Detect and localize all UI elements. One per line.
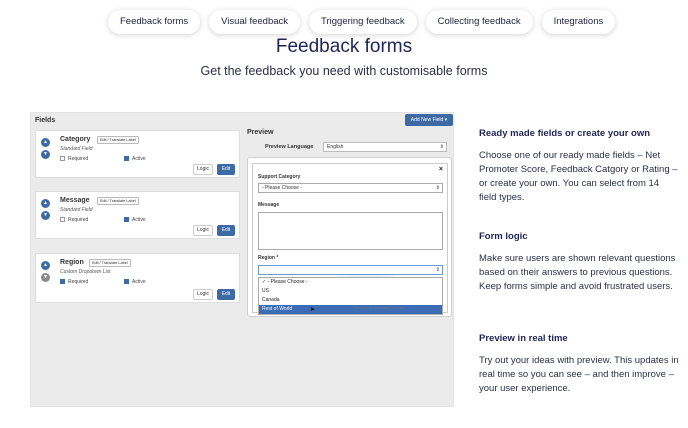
required-checkbox: Required [60,279,88,285]
field-type: Standard Field [60,146,93,152]
select-arrows-icon: ⇕ [435,185,440,191]
field-type: Standard Field [60,207,93,213]
feature-heading: Preview in real time [479,333,568,344]
close-icon: × [438,166,443,173]
tab-feedback-forms[interactable]: Feedback forms [108,10,201,34]
region-option: US [262,288,269,294]
region-option: Canada [262,297,280,303]
product-screenshot: Fields Add New Field ▾ ▲ ▼ Category Edit… [30,112,454,407]
message-label: Message [258,202,280,208]
field-name: Region [60,259,84,266]
move-down-icon: ▼ [41,273,50,282]
field-name: Message [60,197,90,204]
page-subtitle: Get the feedback you need with customisa… [200,64,488,78]
tab-visual-feedback[interactable]: Visual feedback [209,10,301,34]
powered-by-text: Powered by Usersnap Feedback [354,306,405,310]
fields-heading: Fields [35,117,56,124]
move-up-icon: ▲ [41,261,50,270]
edit-button: Edit [217,164,235,175]
edit-translate-label: Edit / Translate Label [97,197,139,205]
feature-heading: Form logic [479,231,528,242]
feature-heading: Ready made fields or create your own [479,128,651,139]
logic-button: Logic [193,164,213,175]
edit-button: Edit [217,289,235,300]
field-type: Custom Dropdown List [60,269,111,275]
tab-integrations[interactable]: Integrations [541,10,616,34]
feature-form-logic: Form logic Make sure users are shown rel… [479,231,679,294]
page-title: Feedback forms [275,36,413,57]
region-option: ✓ - Please Choose - [262,279,308,285]
field-card-message: ▲ ▼ Message Edit / Translate Label Stand… [35,191,240,239]
feature-preview-real-time: Preview in real time Try out your ideas … [479,333,679,396]
field-card-category: ▲ ▼ Category Edit / Translate Label Stan… [35,130,240,178]
select-arrows-icon: ⇕ [435,267,440,273]
preview-language-label: Preview Language [265,144,314,150]
active-checkbox: Active [124,156,146,162]
active-checkbox: Active [124,217,146,223]
logic-button: Logic [193,225,213,236]
move-down-icon: ▼ [41,150,50,159]
tab-triggering-feedback[interactable]: Triggering feedback [309,10,417,34]
move-down-icon: ▼ [41,211,50,220]
move-up-icon: ▲ [41,138,50,147]
edit-translate-label: Edit / Translate Label [89,259,131,267]
feature-tabs: Feedback forms Visual feedback Triggerin… [108,10,616,34]
preview-language-select: English ⇕ [323,142,447,152]
edit-translate-label: Edit / Translate Label [97,136,139,144]
region-select: ⇕ [258,265,443,275]
add-new-field-button: Add New Field ▾ [405,114,453,126]
support-category-label: Support Category [258,174,301,180]
support-category-select: - Please Choose - ⇕ [258,183,443,193]
active-checkbox: Active [124,279,146,285]
feature-body: Choose one of our ready made fields – Ne… [479,150,678,203]
message-textarea [258,212,443,250]
required-checkbox: Required [60,217,88,223]
region-option-selected: Rest of World [259,305,442,314]
required-checkbox: Required [60,156,88,162]
region-dropdown: ✓ - Please Choose - US Canada Rest of Wo… [258,277,443,315]
select-arrows-icon: ⇕ [439,144,444,150]
feature-body: Try out your ideas with preview. This up… [479,355,679,394]
region-label: Region * [258,255,279,261]
tab-collecting-feedback[interactable]: Collecting feedback [425,10,533,34]
preview-form: × Support Category - Please Choose - ⇕ Me… [252,163,448,315]
feature-body: Make sure users are shown relevant quest… [479,253,676,292]
move-up-icon: ▲ [41,199,50,208]
field-name: Category [60,136,91,143]
logic-button: Logic [193,289,213,300]
mouse-cursor-icon: ➤ [310,307,316,313]
preview-heading: Preview [247,129,274,136]
field-card-region: ▲ ▼ Region Edit / Translate Label Custom… [35,253,240,303]
feature-ready-made-fields: Ready made fields or create your own Cho… [479,128,679,205]
edit-button: Edit [217,225,235,236]
